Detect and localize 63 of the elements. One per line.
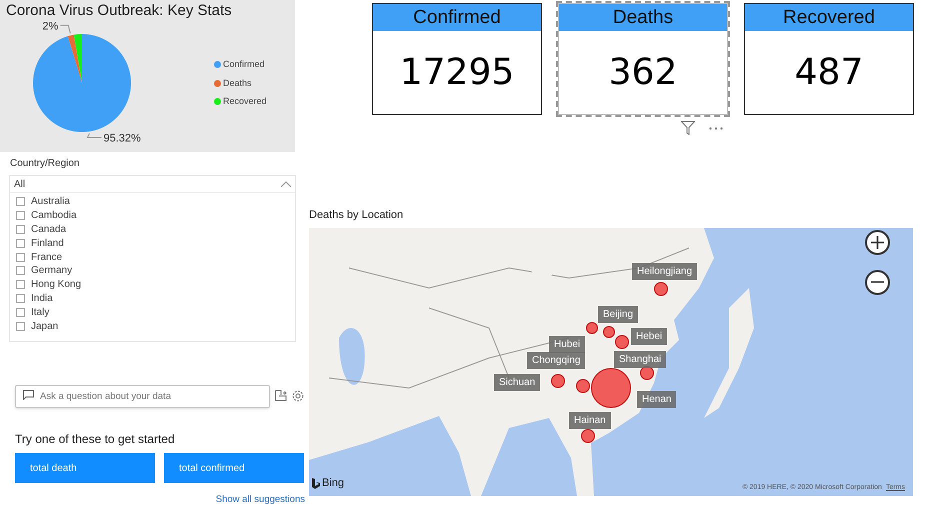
card-title: Confirmed — [373, 4, 541, 31]
more-options-icon[interactable] — [709, 126, 723, 130]
location-label: Chongqing — [527, 352, 586, 368]
legend-label: Confirmed — [223, 58, 265, 71]
slicer-item[interactable]: Canada — [31, 222, 66, 237]
location-label: Beijing — [598, 306, 638, 322]
slicer-item[interactable]: Finland — [31, 236, 64, 251]
card-title: Recovered — [745, 4, 913, 31]
card-value: 17295 — [398, 50, 516, 94]
chevron-up-icon — [281, 181, 291, 187]
plus-icon — [871, 236, 884, 248]
minus-icon — [871, 281, 884, 283]
slicer-title: Country/Region — [10, 157, 80, 171]
card-title: Deaths — [559, 4, 727, 31]
location-label: Shanghai — [614, 350, 666, 368]
legend-label: Recovered — [223, 95, 267, 108]
checkbox[interactable] — [16, 252, 25, 262]
location-label: Henan — [637, 390, 676, 408]
filter-icon[interactable] — [681, 121, 695, 135]
stat-card[interactable]: Recovered 487 — [744, 3, 914, 115]
card-value: 362 — [608, 50, 678, 94]
stat-card[interactable]: Deaths 362 — [558, 3, 728, 115]
question-field[interactable]: Ask a question about your data — [15, 385, 270, 408]
slicer-item[interactable]: India — [31, 290, 53, 306]
legend-label: Deaths — [223, 76, 252, 90]
checkbox[interactable] — [16, 294, 25, 303]
data-label: 95.32% — [103, 132, 141, 144]
map-drawing[interactable] — [309, 228, 913, 496]
slicer-item[interactable]: Italy — [31, 304, 50, 320]
bing-logo-icon — [312, 478, 320, 489]
slicer-item[interactable]: Japan — [31, 318, 58, 334]
checkbox[interactable] — [16, 238, 25, 248]
panel-title: Corona Virus Outbreak: Key Stats — [6, 1, 232, 21]
slicer-item[interactable]: Australia — [31, 194, 70, 210]
slicer-item[interactable]: France — [31, 250, 62, 265]
checkbox[interactable] — [16, 322, 25, 331]
map-logo: Bing — [322, 476, 344, 491]
leader-line — [60, 24, 71, 34]
location-label: Hubei — [549, 336, 586, 352]
location-label: Hainan — [569, 412, 611, 428]
card-value: 487 — [794, 50, 864, 94]
map-title: Deaths by Location — [309, 208, 404, 223]
checkbox[interactable] — [16, 280, 25, 290]
leader-line — [86, 132, 102, 138]
slicer-item[interactable]: Hong Kong — [31, 277, 82, 292]
location-label: Heilongjiang — [632, 262, 698, 280]
checkbox[interactable] — [16, 308, 25, 317]
location-label: Hebei — [631, 328, 668, 344]
slicer-item[interactable]: Cambodia — [31, 208, 77, 224]
slicer-item[interactable]: Germany — [31, 263, 72, 278]
location-label: Sichuan — [494, 374, 540, 390]
settings-icon[interactable] — [292, 390, 304, 402]
checkbox[interactable] — [16, 211, 25, 220]
show-all-link[interactable]: Show all suggestions — [216, 493, 305, 508]
checkbox[interactable] — [16, 197, 25, 206]
stat-card[interactable]: Confirmed 17295 — [372, 3, 542, 115]
suggestions-prompt: Try one of these to get started — [15, 431, 176, 448]
checkbox[interactable] — [16, 224, 25, 234]
share-icon[interactable] — [275, 390, 287, 401]
data-label: 2% — [42, 22, 58, 32]
checkbox[interactable] — [16, 266, 25, 276]
chat-bubble-icon — [23, 390, 34, 400]
slicer-dropdown[interactable]: All — [10, 176, 295, 193]
